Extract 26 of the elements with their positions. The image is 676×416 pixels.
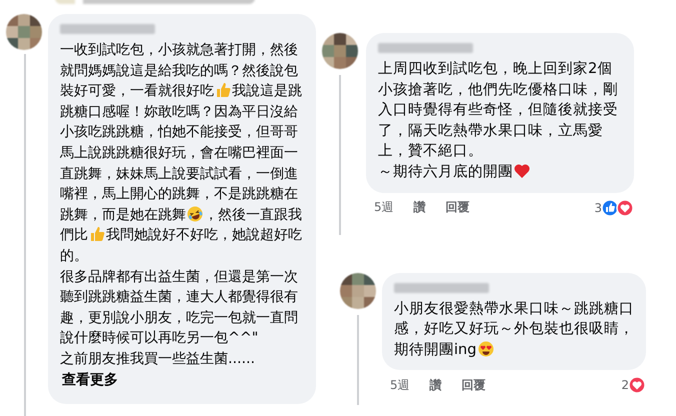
thumbs-up-icon bbox=[89, 226, 105, 242]
like-link[interactable]: 讚 bbox=[430, 376, 442, 394]
reaction-count[interactable]: 2 bbox=[621, 378, 629, 392]
laughing-face-icon bbox=[187, 206, 203, 222]
avatar-placeholder[interactable] bbox=[6, 14, 42, 50]
reaction-count[interactable]: 3 bbox=[594, 200, 602, 215]
like-reaction-icon[interactable] bbox=[601, 198, 619, 217]
reply-link[interactable]: 回覆 bbox=[446, 199, 470, 216]
comment-text: 之前朋友推我買一些益生菌...... 查看更多 bbox=[60, 350, 256, 390]
love-reaction-icon[interactable] bbox=[628, 376, 646, 394]
heart-icon bbox=[514, 162, 530, 179]
heart-eyes-face-icon bbox=[478, 340, 494, 357]
comment-text: 小朋友很愛熱帶水果口味～跳跳糖口感，好吃又好玩～外包裝也很吸睛，期待開團ing bbox=[394, 298, 634, 360]
see-more-link[interactable]: 查看更多 bbox=[62, 372, 118, 388]
love-reaction-icon[interactable] bbox=[616, 198, 634, 217]
comment-text: 很多品牌都有出益生菌，但還是第一次聽到跳跳糖益生菌，連大人都覺得很有趣，更別說小朋友，吃完一包就一直問說什麼時候可以再吃另一包^^" bbox=[60, 268, 299, 348]
comment-text: ～期待六月底的開團 bbox=[378, 162, 622, 183]
thumbs-up-icon bbox=[215, 82, 231, 98]
comment-text: 一收到試吃包，小孩就急著打開，然後就問媽媽說這是給我吃的嗎？然後說包裝好可愛，一看就很好吃 我說這是跳跳糖口感喔！妳敢吃嗎？因為平日沒給小孩吃跳跳糖，怕她不能接受，但哥哥馬上說跳跳糖很好玩，會在嘴巴裡面一直跳舞，妹妹馬上說要試試看，一倒進嘴裡，馬上開心的跳舞，不是跳跳糖在跳舞，而是她在跳舞 ，然後一直跟我們比 我問她說好不好吃，她說超好吃的。 bbox=[60, 41, 303, 266]
avatar-placeholder[interactable] bbox=[340, 272, 376, 309]
comment-time[interactable]: 5週 bbox=[374, 199, 394, 216]
like-link[interactable]: 讚 bbox=[414, 199, 426, 216]
comment-text: 上周四收到試吃包，晚上回到家2個小孩搶著吃，他們先吃優格口味，剛入口時覺得有些奇怪，但隨後就接受了，隔天吃熱帶水果口味，立馬愛上，贊不絕口。 bbox=[378, 59, 619, 162]
comment-time[interactable]: 5週 bbox=[390, 376, 410, 394]
avatar-placeholder[interactable] bbox=[322, 33, 358, 69]
reply-link[interactable]: 回覆 bbox=[462, 376, 486, 394]
